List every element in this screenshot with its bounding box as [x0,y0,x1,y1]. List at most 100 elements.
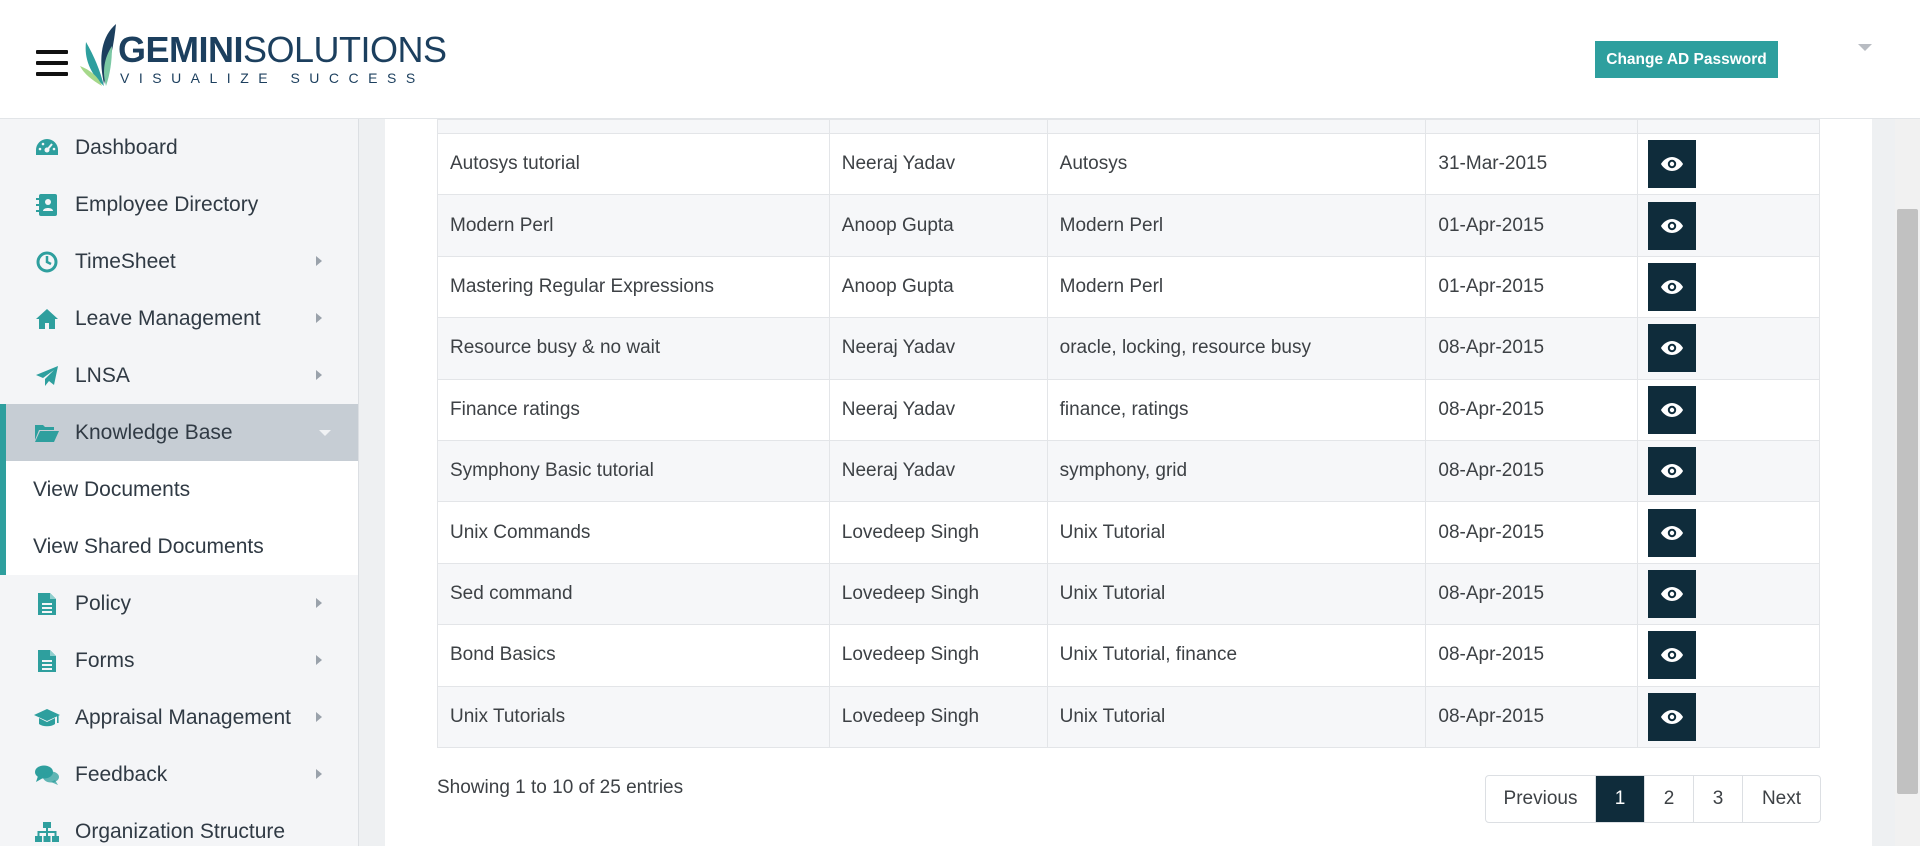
view-document-button[interactable] [1648,447,1697,496]
table-info-text: Showing 1 to 10 of 25 entries [437,777,684,798]
view-document-button[interactable] [1648,631,1697,680]
doc-tags-cell: finance, ratings [1046,378,1427,441]
sidebar-item-knowledge-base[interactable]: Knowledge Base [0,404,358,461]
doc-title-cell: Bond Basics [437,624,830,687]
comments-icon [32,763,62,787]
doc-tags-cell: Modern Perl [1046,255,1427,319]
logo-brand-bold: GEMINI [118,29,244,70]
pagination-page-1[interactable]: 1 [1596,776,1645,822]
doc-author-cell: Neeraj Yadav [828,439,1048,503]
pagination-page-2[interactable]: 2 [1645,776,1694,822]
sidebar: Dashboard Employee Directory TimeSheet L… [0,119,359,846]
doc-action-cell [1637,317,1820,380]
doc-author-cell: Anoop Gupta [828,194,1048,257]
table-row: Finance ratings Neeraj Yadav finance, rati… [437,378,1820,441]
scrollbar-thumb[interactable] [1897,209,1918,794]
view-document-button[interactable] [1648,385,1697,434]
sidebar-item-feedback[interactable]: Feedback [0,746,358,803]
sidebar-item-label: TimeSheet [75,249,176,273]
doc-title-cell: Autosys tutorial [437,132,830,196]
eye-icon [1660,586,1684,602]
view-document-button[interactable] [1648,262,1697,311]
sidebar-item-forms[interactable]: Forms [0,632,358,689]
folder-open-icon [32,421,62,445]
sidebar-item-appraisal-management[interactable]: Appraisal Management [0,689,358,746]
sidebar-item-label: Forms [75,648,135,672]
sidebar-item-organization-structure[interactable]: Organization Structure [0,803,358,846]
doc-author-cell: Neeraj Yadav [828,378,1048,441]
change-ad-password-button[interactable]: Change AD Password [1595,41,1778,78]
doc-action-cell [1637,562,1820,626]
pagination-page-3[interactable]: 3 [1694,776,1743,822]
doc-tags-cell: oracle, locking, resource busy [1046,317,1427,380]
document-icon [32,592,62,616]
view-document-button[interactable] [1648,508,1697,557]
sidebar-item-lnsa[interactable]: LNSA [0,347,358,404]
doc-author-cell: Anoop Gupta [828,255,1048,319]
logo-tagline: VISUALIZE SUCCESS [120,70,425,86]
sidebar-item-dashboard[interactable]: Dashboard [0,119,358,176]
chevron-down-icon [319,430,331,436]
doc-author-cell: Lovedeep Singh [828,562,1048,626]
page-scrollbar[interactable] [1895,119,1920,846]
knowledge-base-submenu: View Documents View Shared Documents [0,461,358,575]
doc-tags-cell: Modern Perl [1046,194,1427,257]
submenu-item-view-documents[interactable]: View Documents [6,461,358,518]
doc-title-cell: Modern Perl [437,194,830,257]
table-row: Sed command Lovedeep Singh Unix Tutorial 08… [437,562,1820,626]
sidebar-item-policy[interactable]: Policy [0,575,358,632]
doc-author-cell: Lovedeep Singh [828,624,1048,687]
doc-title-cell: Finance ratings [437,378,830,441]
doc-action-cell [1637,624,1820,687]
hamburger-menu-icon[interactable] [36,50,68,76]
pagination-previous-button[interactable]: Previous [1486,776,1596,822]
company-logo[interactable]: GEMINISOLUTIONS VISUALIZE SUCCESS [80,22,447,88]
chevron-right-icon [316,655,322,665]
doc-title-cell: Unix Commands [437,501,830,564]
doc-date-cell: 31-Mar-2015 [1425,132,1639,196]
doc-tags-cell: Unix Tutorial [1046,562,1427,626]
doc-author-cell: Lovedeep Singh [828,501,1048,564]
view-document-button[interactable] [1648,692,1697,741]
sidebar-item-label: Policy [75,591,132,615]
doc-date-cell: 08-Apr-2015 [1425,439,1639,503]
table-row: Resource busy & no wait Neeraj Yadav oracl… [437,317,1820,380]
main-content: Autosys tutorial Neeraj Yadav Autosys 31-Ma… [385,119,1872,846]
doc-date-cell: 08-Apr-2015 [1425,317,1639,380]
clock-icon [32,250,62,274]
top-header: GEMINISOLUTIONS VISUALIZE SUCCESS Change… [0,0,1920,119]
doc-title-cell: Resource busy & no wait [437,317,830,380]
pagination: Previous 1 2 3 Next [1485,775,1821,823]
doc-tags-cell: Unix Tutorial, finance [1046,624,1427,687]
doc-action-cell [1637,255,1820,319]
eye-icon [1660,340,1684,356]
doc-action-cell [1637,194,1820,257]
chevron-right-icon [316,598,322,608]
view-document-button[interactable] [1648,569,1697,618]
doc-date-cell: 08-Apr-2015 [1425,624,1639,687]
doc-title-cell: Mastering Regular Expressions [437,255,830,319]
sidebar-item-label: Employee Directory [75,192,259,216]
eye-icon [1660,279,1684,295]
home-icon [32,307,62,331]
sitemap-icon [32,820,62,844]
sidebar-item-timesheet[interactable]: TimeSheet [0,233,358,290]
view-document-button[interactable] [1648,324,1697,373]
submenu-item-view-shared-documents[interactable]: View Shared Documents [6,518,358,575]
logo-brand-rest: SOLUTIONS [243,29,447,70]
sidebar-item-employee-directory[interactable]: Employee Directory [0,176,358,233]
doc-title-cell: Sed command [437,562,830,626]
pagination-next-button[interactable]: Next [1743,776,1820,822]
doc-author-cell: Lovedeep Singh [828,685,1048,748]
doc-title-cell: Unix Tutorials [437,685,830,748]
view-document-button[interactable] [1648,140,1697,189]
user-menu-caret-icon[interactable] [1858,44,1872,51]
doc-action-cell [1637,685,1820,748]
doc-action-cell [1637,378,1820,441]
view-document-button[interactable] [1648,201,1697,250]
table-row: Symphony Basic tutorial Neeraj Yadav symph… [437,439,1820,503]
doc-date-cell: 08-Apr-2015 [1425,378,1639,441]
sidebar-item-leave-management[interactable]: Leave Management [0,290,358,347]
doc-action-cell [1637,132,1820,196]
sidebar-item-label: Leave Management [75,306,261,330]
